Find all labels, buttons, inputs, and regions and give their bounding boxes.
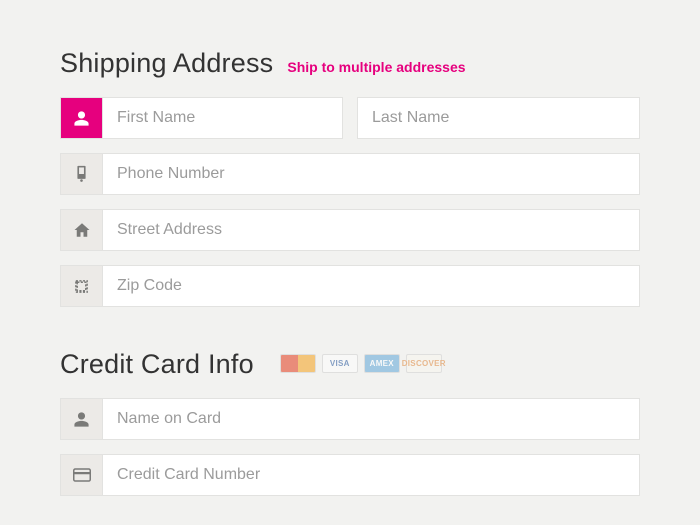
person-icon bbox=[61, 399, 103, 439]
first-name-field bbox=[60, 97, 343, 139]
home-icon bbox=[61, 210, 103, 250]
shipping-title: Shipping Address bbox=[60, 48, 273, 79]
discover-logo-icon: DISCOVER bbox=[406, 354, 442, 373]
card-number-input[interactable] bbox=[103, 455, 639, 495]
zip-field bbox=[60, 265, 640, 307]
first-name-input[interactable] bbox=[103, 98, 342, 138]
shipping-header: Shipping Address Ship to multiple addres… bbox=[60, 48, 640, 79]
card-number-field bbox=[60, 454, 640, 496]
zip-input[interactable] bbox=[103, 266, 639, 306]
phone-icon bbox=[61, 154, 103, 194]
phone-field bbox=[60, 153, 640, 195]
phone-input[interactable] bbox=[103, 154, 639, 194]
zip-icon bbox=[61, 266, 103, 306]
credit-header: Credit Card Info VISA AMEX DISCOVER bbox=[60, 349, 640, 380]
mastercard-logo-icon bbox=[280, 354, 316, 373]
last-name-field bbox=[357, 97, 640, 139]
last-name-input[interactable] bbox=[358, 98, 639, 138]
visa-logo-icon: VISA bbox=[322, 354, 358, 373]
person-icon bbox=[61, 98, 103, 138]
street-input[interactable] bbox=[103, 210, 639, 250]
credit-title: Credit Card Info bbox=[60, 349, 254, 380]
card-logos: VISA AMEX DISCOVER bbox=[280, 354, 442, 373]
name-on-card-field bbox=[60, 398, 640, 440]
amex-logo-icon: AMEX bbox=[364, 354, 400, 373]
street-field bbox=[60, 209, 640, 251]
name-on-card-input[interactable] bbox=[103, 399, 639, 439]
ship-multiple-link[interactable]: Ship to multiple addresses bbox=[287, 59, 465, 75]
credit-card-icon bbox=[61, 455, 103, 495]
